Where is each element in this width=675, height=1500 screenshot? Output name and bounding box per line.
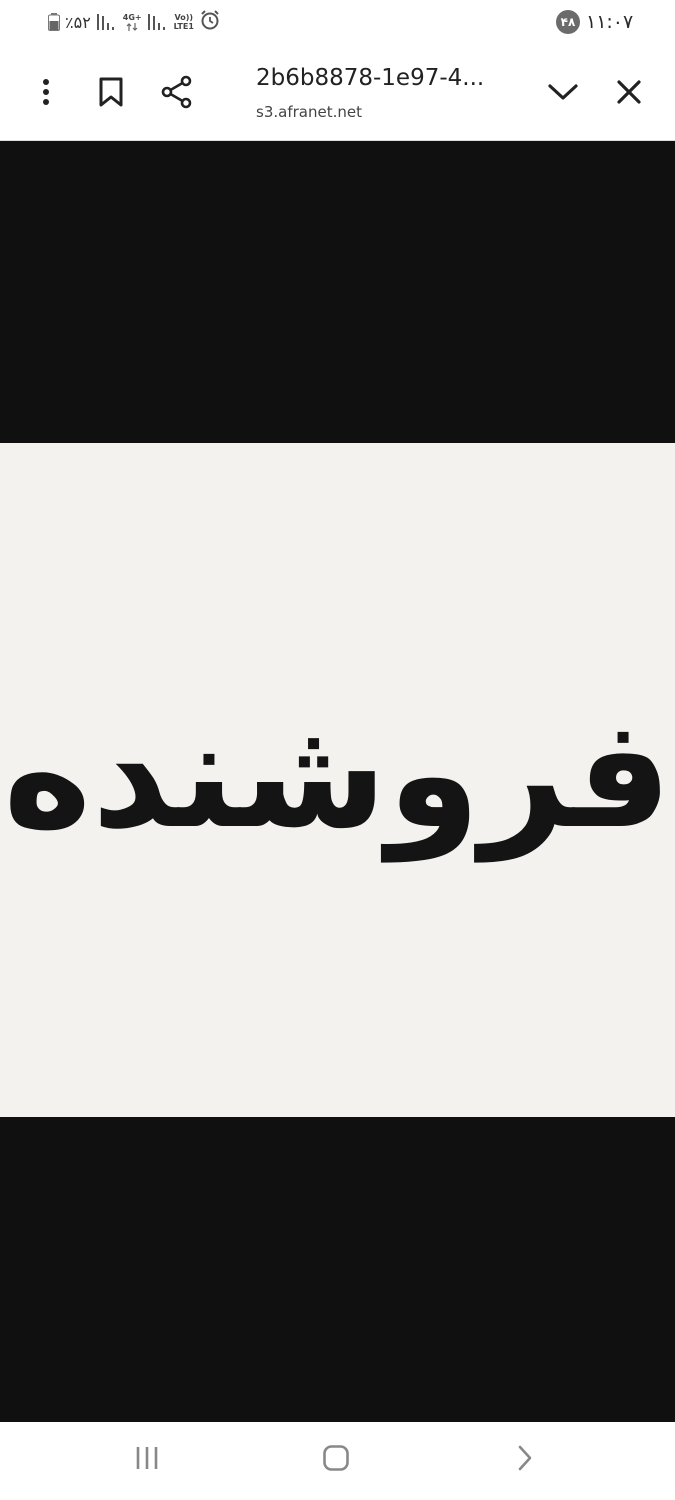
status-time-area: ۴۸ ۱۱:۰۷ bbox=[556, 8, 633, 36]
close-icon bbox=[616, 79, 642, 109]
volte-bottom-label: LTE1 bbox=[173, 22, 194, 31]
network-type-label: 4G+ bbox=[122, 12, 142, 22]
recent-apps-button[interactable] bbox=[123, 1438, 171, 1482]
navigation-bar bbox=[0, 1422, 675, 1500]
home-icon bbox=[322, 1444, 350, 1476]
page-title[interactable]: 2b6b8878-1e97-4... bbox=[256, 65, 516, 91]
image-text: فروشنده bbox=[3, 688, 672, 862]
status-bar: ٪۵۲ 4G+ Vo)) LTE1 ۴۸ ۱۱:۰۷ bbox=[0, 0, 675, 48]
phone-screen: ٪۵۲ 4G+ Vo)) LTE1 ۴۸ ۱۱:۰۷ 2b6b8878-1e97… bbox=[0, 0, 675, 1500]
back-icon bbox=[515, 1444, 535, 1476]
clock: ۱۱:۰۷ bbox=[586, 11, 634, 33]
image-panel: فروشنده bbox=[0, 443, 675, 1117]
expand-button[interactable] bbox=[541, 72, 585, 116]
signal-icon bbox=[96, 12, 118, 32]
image-viewer[interactable]: فروشنده bbox=[0, 141, 675, 1422]
share-icon bbox=[160, 75, 194, 113]
status-indicators: ٪۵۲ 4G+ Vo)) LTE1 bbox=[48, 8, 221, 36]
volte-top-label: Vo)) bbox=[174, 13, 194, 22]
close-button[interactable] bbox=[607, 72, 651, 116]
share-button[interactable] bbox=[155, 72, 199, 116]
back-button[interactable] bbox=[501, 1438, 549, 1482]
home-button[interactable] bbox=[312, 1438, 360, 1482]
volte-icon: Vo)) LTE1 bbox=[174, 13, 194, 31]
more-vert-icon bbox=[41, 78, 51, 110]
bookmark-button[interactable] bbox=[89, 72, 133, 116]
notification-count-badge: ۴۸ bbox=[556, 10, 580, 34]
battery-percent: ٪۵۲ bbox=[65, 12, 91, 32]
chevron-down-icon bbox=[547, 82, 579, 106]
signal-icon-2 bbox=[147, 12, 169, 32]
bookmark-icon bbox=[98, 76, 124, 112]
page-domain[interactable]: s3.afranet.net bbox=[256, 103, 362, 121]
recent-apps-icon bbox=[134, 1445, 160, 1475]
custom-tab-toolbar: 2b6b8878-1e97-4... s3.afranet.net bbox=[0, 48, 675, 141]
network-4g-icon: 4G+ bbox=[123, 13, 142, 32]
more-options-button[interactable] bbox=[24, 72, 68, 116]
alarm-icon bbox=[199, 9, 221, 35]
battery-icon bbox=[48, 13, 60, 31]
